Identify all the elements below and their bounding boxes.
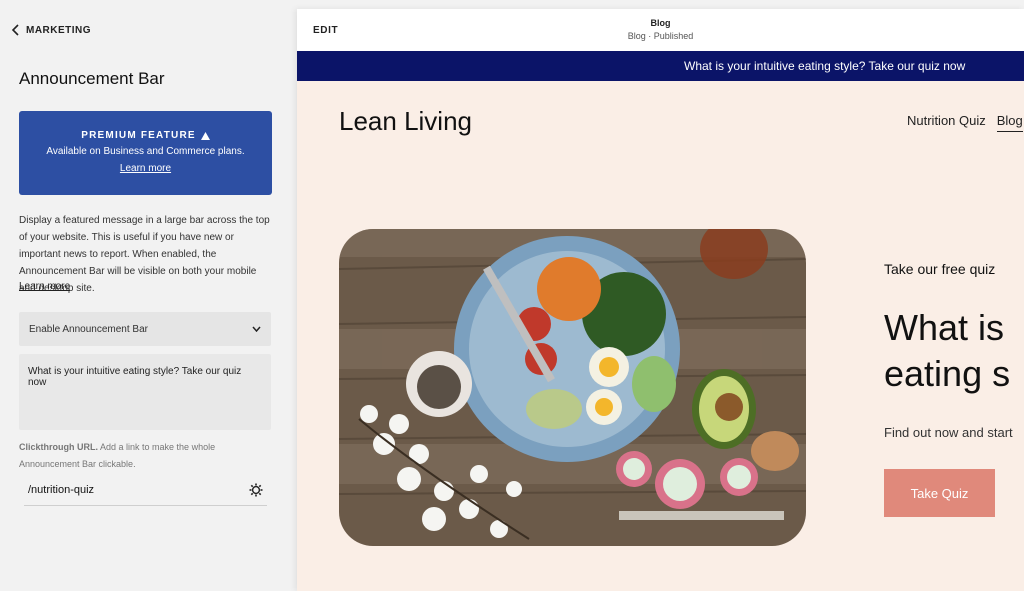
preview-toolbar: EDIT Blog Blog · Published [297,9,1024,51]
headline-line-1: What is [884,307,1005,348]
url-value: /nutrition-quiz [28,483,95,496]
enable-select-value: Enable Announcement Bar [29,323,148,335]
take-quiz-button[interactable]: Take Quiz [884,469,995,517]
hero-image [339,229,806,546]
announcement-text-field[interactable]: What is your intuitive eating style? Tak… [19,354,271,430]
site-preview: EDIT Blog Blog · Published What is your … [297,9,1024,591]
enable-announcement-select[interactable]: Enable Announcement Bar [19,312,271,346]
page-title: Blog [650,18,671,28]
premium-learn-more-link[interactable]: Learn more [120,163,171,174]
crown-icon [200,131,210,140]
back-label: MARKETING [26,24,92,36]
chevron-left-icon [11,24,19,36]
quiz-subtext: Find out now and start [884,425,1013,440]
back-to-marketing-button[interactable]: MARKETING [11,24,91,36]
nav-item-blog[interactable]: Blog [996,113,1023,132]
clickthrough-help: Clickthrough URL. Add a link to make the… [19,439,275,473]
food-photo [339,229,806,546]
premium-title: PREMIUM FEATURE [81,130,196,141]
quiz-kicker: Take our free quiz [884,261,996,277]
gear-icon[interactable] [249,483,263,497]
clickthrough-url-field[interactable]: /nutrition-quiz [24,474,267,506]
page-status: Blog · Published [627,31,694,41]
site-title[interactable]: Lean Living [339,106,472,137]
description-learn-more-link[interactable]: Learn more [19,281,70,292]
site-nav: Nutrition Quiz Blog [907,113,1023,132]
quiz-headline: What is eating s [884,305,1024,397]
nav-item-nutrition-quiz[interactable]: Nutrition Quiz [907,113,986,132]
premium-title-row: PREMIUM FEATURE [19,130,272,141]
announcement-text: What is your intuitive eating style? Tak… [684,59,966,73]
panel-title: Announcement Bar [19,69,165,88]
clickthrough-label: Clickthrough URL. [19,442,98,452]
announcement-bar[interactable]: What is your intuitive eating style? Tak… [297,51,1024,81]
premium-subtitle: Available on Business and Commerce plans… [46,146,245,157]
headline-line-2: eating s [884,353,1011,394]
settings-panel: MARKETING Announcement Bar PREMIUM FEATU… [0,0,292,591]
chevron-down-icon [252,326,261,332]
premium-feature-banner: PREMIUM FEATURE Available on Business an… [19,111,272,195]
